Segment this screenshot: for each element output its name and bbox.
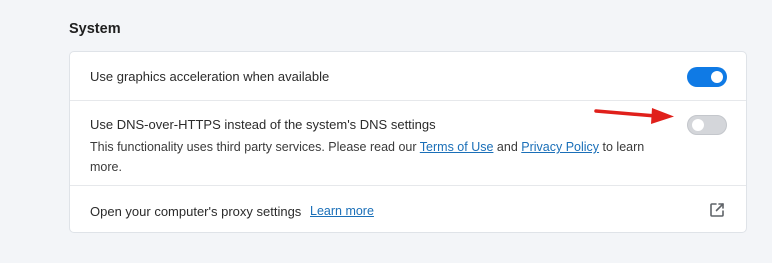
privacy-policy-link[interactable]: Privacy Policy <box>521 140 599 154</box>
setting-row-graphics-acceleration: Use graphics acceleration when available <box>70 52 746 101</box>
graphics-acceleration-label: Use graphics acceleration when available <box>90 69 330 84</box>
terms-of-use-link[interactable]: Terms of Use <box>420 140 494 154</box>
external-link-icon[interactable] <box>708 201 726 219</box>
graphics-acceleration-toggle[interactable] <box>687 67 727 87</box>
learn-more-link[interactable]: Learn more <box>310 204 374 218</box>
dns-over-https-toggle[interactable] <box>687 115 727 135</box>
section-title: System <box>69 21 121 37</box>
toggle-knob <box>711 71 723 83</box>
red-arrow-annotation <box>594 108 674 124</box>
dns-over-https-description: This functionality uses third party serv… <box>90 137 650 177</box>
description-text: This functionality uses third party serv… <box>90 140 420 154</box>
setting-row-proxy[interactable]: Open your computer's proxy settings Lear… <box>70 186 746 234</box>
description-text: and <box>493 140 522 154</box>
system-settings-card: Use graphics acceleration when available… <box>69 51 747 233</box>
proxy-settings-label: Open your computer's proxy settings <box>90 204 302 219</box>
dns-over-https-label: Use DNS-over-HTTPS instead of the system… <box>90 117 436 132</box>
toggle-knob <box>692 119 704 131</box>
settings-page: System Use graphics acceleration when av… <box>0 0 772 263</box>
